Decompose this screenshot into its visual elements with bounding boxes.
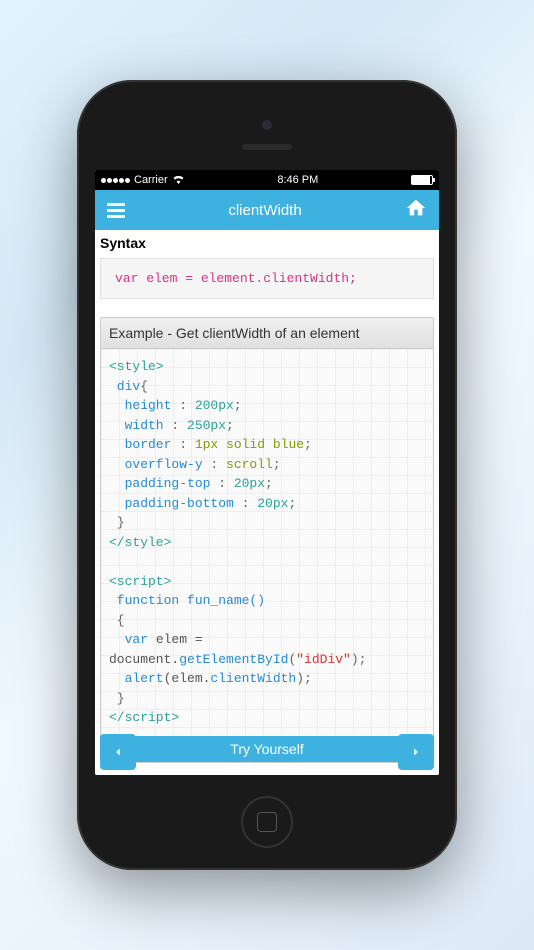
home-button[interactable]: [241, 796, 293, 848]
status-bar: Carrier 8:46 PM: [95, 170, 439, 190]
hamburger-menu-icon[interactable]: [107, 203, 125, 218]
front-camera: [262, 120, 272, 130]
chevron-left-icon: [111, 745, 125, 759]
signal-strength-icon: [101, 178, 130, 183]
phone-screen: Carrier 8:46 PM clientWidth Syntax: [95, 170, 439, 775]
prev-page-button[interactable]: [100, 734, 136, 770]
syntax-keyword: var: [115, 271, 138, 286]
example-box: Example - Get clientWidth of an element …: [100, 317, 434, 763]
syntax-rest: elem = element.clientWidth;: [138, 271, 356, 286]
home-icon[interactable]: [405, 197, 427, 224]
status-right: [411, 175, 433, 185]
phone-device-frame: Carrier 8:46 PM clientWidth Syntax: [77, 80, 457, 870]
wifi-icon: [172, 173, 185, 187]
battery-icon: [411, 175, 433, 185]
example-title: Example - Get clientWidth of an element: [101, 318, 433, 349]
chevron-right-icon: [409, 745, 423, 759]
phone-sensors: [242, 120, 292, 150]
next-page-button[interactable]: [398, 734, 434, 770]
page-navigation-arrows: [100, 734, 434, 770]
page-title: clientWidth: [228, 202, 301, 219]
carrier-label: Carrier: [134, 174, 168, 186]
clock-time: 8:46 PM: [277, 174, 318, 186]
main-content[interactable]: Syntax var elem = element.clientWidth; E…: [95, 230, 439, 775]
status-left: Carrier: [101, 173, 185, 187]
syntax-heading: Syntax: [95, 230, 439, 254]
earpiece-speaker: [242, 144, 292, 150]
app-navigation-bar: clientWidth: [95, 190, 439, 230]
example-code: <style> div{ height : 200px; width : 250…: [101, 349, 433, 736]
syntax-code-box: var elem = element.clientWidth;: [100, 258, 434, 299]
